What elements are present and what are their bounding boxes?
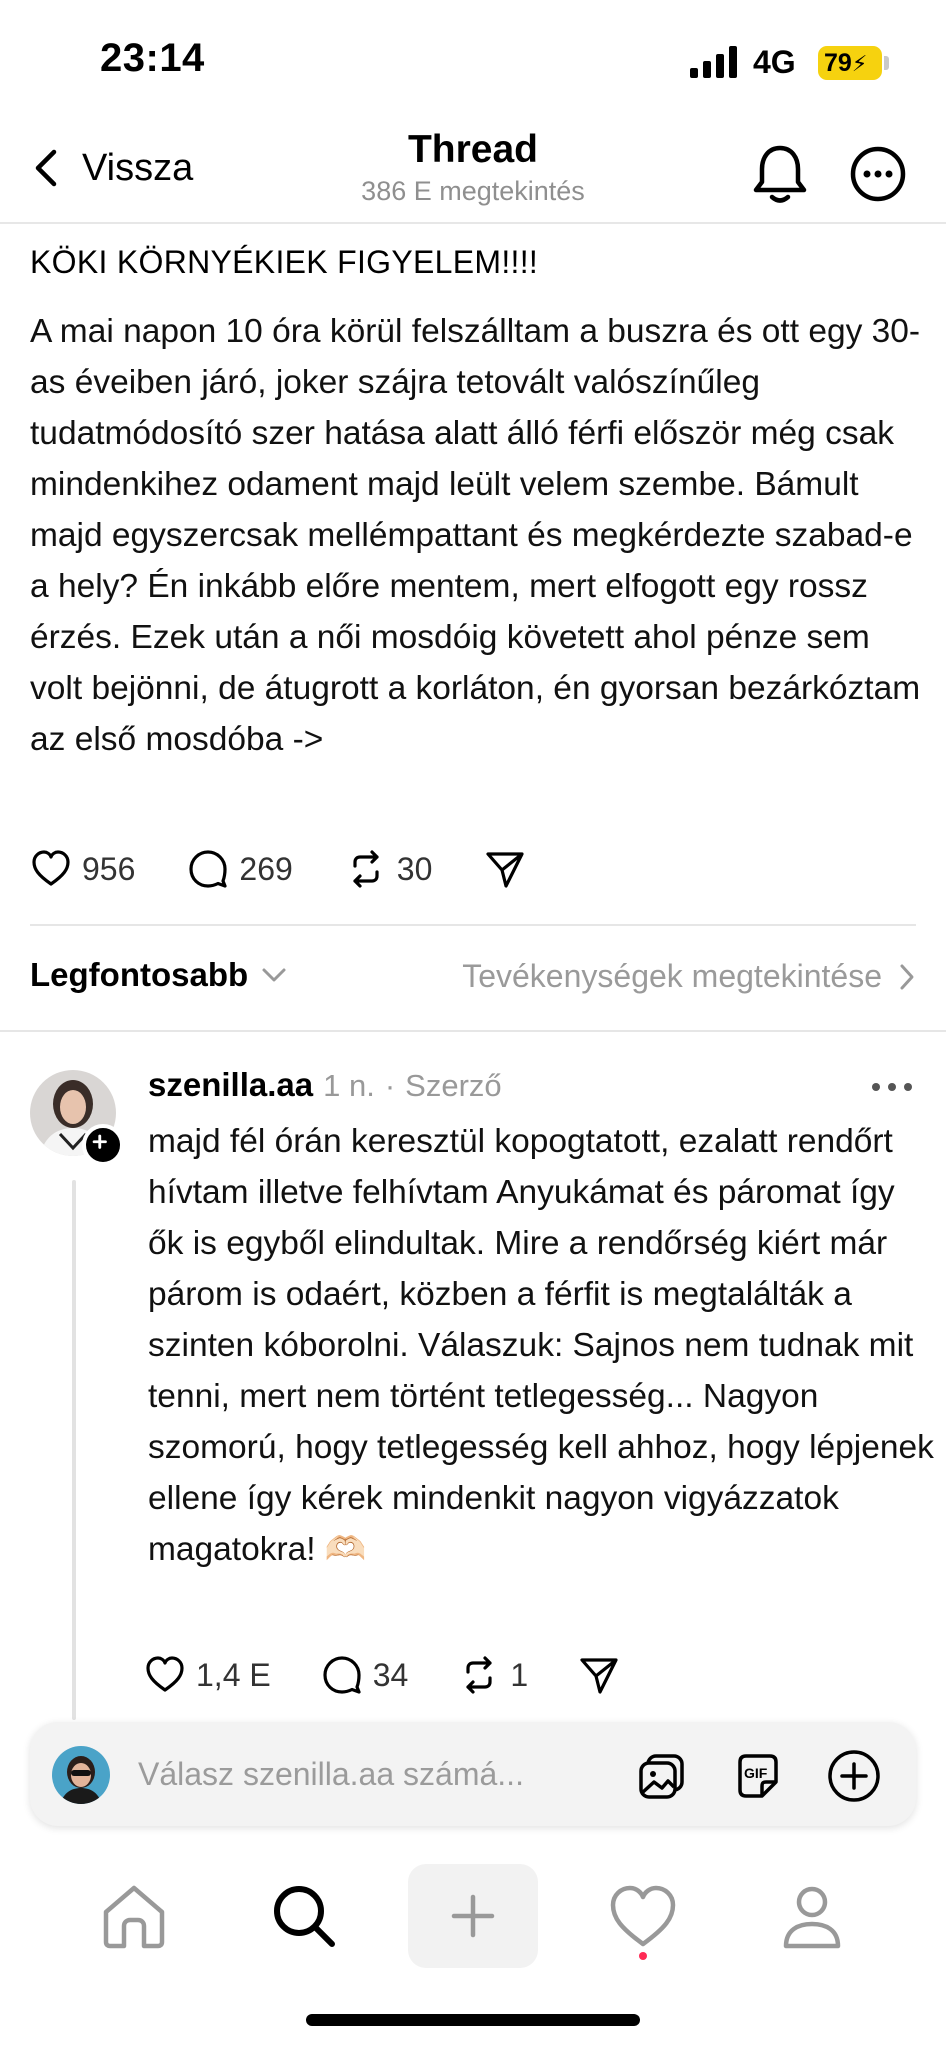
plus-icon[interactable] (826, 1748, 882, 1804)
reply-username[interactable]: szenilla.aa (148, 1066, 313, 1104)
comment-count: 269 (239, 850, 293, 887)
repost-button[interactable]: 30 (345, 848, 433, 890)
divider (0, 1030, 946, 1032)
activity-link-label: Tevékenységek megtekintése (462, 958, 882, 994)
repost-count: 30 (396, 850, 433, 887)
thread-line (72, 1180, 76, 1720)
tab-bar (0, 1850, 946, 1980)
search-icon[interactable] (266, 1878, 342, 1954)
reply-comment-button[interactable]: 34 (321, 1654, 409, 1696)
sort-label: Legfontosabb (30, 956, 249, 993)
post-headline: KÖKI KÖRNYÉKIEK FIGYELEM!!!! (30, 244, 539, 280)
reply-header: szenilla.aa 1 n. · Szerző (148, 1066, 502, 1104)
comment-icon (323, 1656, 361, 1694)
charging-icon: ⚡ (851, 51, 868, 76)
more-icon[interactable] (848, 144, 908, 204)
user-avatar-photo (52, 1746, 110, 1804)
signal-icon (690, 46, 737, 78)
follow-plus-icon[interactable] (82, 1124, 124, 1166)
post-body: A mai napon 10 óra körül felszálltam a b… (30, 313, 921, 758)
user-avatar (52, 1746, 110, 1804)
sort-dropdown[interactable]: Legfontosabb (30, 956, 288, 994)
reply-repost-count: 1 (510, 1656, 529, 1693)
home-indicator (306, 2014, 640, 2026)
activity-link[interactable]: Tevékenységek megtekintése (462, 958, 916, 995)
reply-more-icon[interactable] (870, 1080, 914, 1094)
network-type: 4G (753, 44, 796, 80)
share-button[interactable] (484, 848, 536, 890)
battery-level: 79 (824, 49, 852, 77)
author-badge: Szerző (405, 1068, 502, 1103)
nav-header: Vissza Thread 386 E megtekintés (0, 120, 946, 224)
profile-icon[interactable] (774, 1878, 850, 1954)
reply-input[interactable] (138, 1750, 598, 1798)
reply-body: majd fél órán keresztül kopogtatott, eza… (148, 1123, 934, 1568)
repost-icon (466, 1656, 492, 1694)
share-icon (580, 1658, 618, 1694)
post-actions: 956 269 30 (30, 848, 588, 890)
new-post-button[interactable] (408, 1864, 538, 1968)
battery-indicator: 79⚡ (818, 46, 882, 80)
activity-icon[interactable] (605, 1878, 681, 1954)
repost-icon (353, 850, 379, 888)
battery-cap (884, 56, 889, 70)
home-icon[interactable] (96, 1878, 172, 1954)
reply-repost-button[interactable]: 1 (458, 1654, 528, 1696)
status-bar: 23:14 4G 79⚡ (0, 0, 946, 120)
chevron-down-icon (262, 968, 286, 982)
bell-icon[interactable] (750, 142, 810, 206)
like-count: 956 (82, 850, 136, 887)
reply-comment-count: 34 (372, 1656, 409, 1693)
heart-icon (32, 850, 70, 886)
status-time: 23:14 (100, 36, 205, 80)
reply-actions: 1,4 E 34 1 (144, 1654, 682, 1696)
reply-time: 1 n. (323, 1068, 375, 1103)
reply-composer: GIF (30, 1722, 916, 1826)
divider (30, 924, 916, 926)
chevron-right-icon (900, 964, 914, 989)
image-icon[interactable] (634, 1748, 690, 1804)
share-icon (486, 852, 524, 888)
new-post-icon (451, 1894, 495, 1938)
svg-text:GIF: GIF (744, 1765, 768, 1781)
like-button[interactable]: 956 (30, 848, 135, 890)
comment-button[interactable]: 269 (187, 848, 293, 890)
reply-like-button[interactable]: 1,4 E (144, 1654, 271, 1696)
notification-dot (639, 1952, 647, 1960)
reply-share-button[interactable] (578, 1654, 630, 1696)
meta-separator: · (384, 1068, 396, 1103)
gif-icon[interactable]: GIF (730, 1748, 786, 1804)
heart-icon (146, 1656, 184, 1692)
comment-icon (189, 850, 227, 888)
sort-row: Legfontosabb Tevékenységek megtekintése (0, 940, 946, 1020)
reply-like-count: 1,4 E (196, 1656, 271, 1693)
